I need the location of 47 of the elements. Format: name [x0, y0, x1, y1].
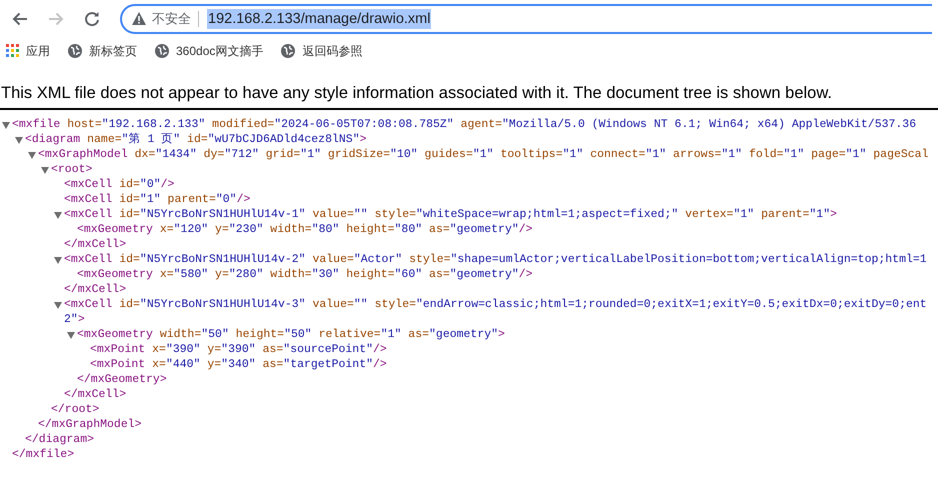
xml-line: </mxfile> — [12, 446, 74, 462]
xml-line: 2"> — [64, 312, 85, 327]
xml-line: <mxPoint x="440" y="340" as="targetPoint"/> — [90, 356, 387, 372]
xml-line: <mxPoint x="390" y="390" as="sourcePoint"/> — [90, 342, 387, 357]
xml-line: <mxGeometry x="120" y="230" width="80" height="80" as="geometry"/> — [77, 222, 533, 237]
fold-toggle-icon[interactable] — [54, 212, 62, 219]
xml-line: </mxGeometry> — [77, 372, 167, 387]
globe-icon — [155, 44, 169, 58]
xml-line: <mxCell id="0"/> — [64, 176, 174, 192]
fold-toggle-icon[interactable] — [28, 152, 36, 159]
forward-arrow-icon — [48, 10, 64, 26]
warning-icon — [132, 12, 146, 25]
xml-line: </diagram> — [25, 432, 94, 447]
fold-toggle-icon[interactable] — [54, 302, 62, 309]
address-bar[interactable]: 不安全 192.168.2.133/manage/drawio.xml — [120, 4, 932, 34]
bookmark-link[interactable]: 新标签页 — [68, 42, 137, 60]
xml-line: </mxCell> — [64, 386, 126, 402]
bookmark-link[interactable]: 应用 — [6, 42, 50, 60]
url-text: 192.168.2.133/manage/drawio.xml — [207, 8, 432, 28]
fold-toggle-icon[interactable] — [41, 166, 49, 174]
fold-toggle-icon[interactable] — [15, 136, 23, 144]
xml-line: </root> — [51, 402, 100, 417]
xml-line: <mxCell id="1" parent="0"/> — [64, 192, 250, 207]
xml-line: <mxCell id="N5YrcBoNrSN1HUHlU14v-1" value="" style="whiteSpace=wrap;html=1;aspect=fixed;" vertex="1" parent="1"> — [64, 206, 838, 222]
info-message: This XML file does not appear to have any style information associated with it. The document tree is shown below. — [0, 66, 938, 110]
xml-line: <mxGeometry x="580" y="280" width="30" height="60" as="geometry"/> — [77, 266, 533, 282]
reload-icon — [84, 10, 100, 26]
bookmark-link[interactable]: 返回码参照 — [281, 42, 362, 60]
globe-icon — [68, 44, 82, 58]
fold-toggle-icon[interactable] — [2, 122, 10, 129]
fold-toggle-icon[interactable] — [54, 256, 62, 264]
fold-toggle-icon[interactable] — [67, 332, 75, 339]
xml-line: <mxGraphModel dx="1434" dy="712" grid="1" gridSize="10" guides="1" tooltips="1" connect="1" arrows="1" fold="1" page="1" pageScal — [38, 146, 928, 162]
xml-line: </mxGraphModel> — [38, 416, 142, 432]
xml-line: </mxCell> — [64, 282, 126, 297]
xml-line: <root> — [51, 162, 92, 177]
back-arrow-icon — [12, 10, 28, 26]
xml-line: <mxCell id="N5YrcBoNrSN1HUHlU14v-2" value="Actor" style="shape=umlActor;verticalLabelPosition=bottom;verticalAlign=top;html=1 — [64, 252, 927, 267]
security-label: 不安全 — [146, 10, 199, 26]
xml-line: <diagram name="第 1 页" id="wU7bCJD6ADld4cez8lNS"> — [25, 132, 366, 147]
bookmark-link[interactable]: 360doc网文摘手 — [155, 42, 264, 60]
globe-icon — [281, 44, 296, 58]
apps-grid-icon — [6, 44, 19, 57]
xml-line: <mxGeometry width="50" height="50" relative="1" as="geometry"> — [77, 326, 505, 342]
xml-line: <mxCell id="N5YrcBoNrSN1HUHlU14v-3" value="" style="endArrow=classic;html=1;rounded=0;exitX=1;exitY=0.5;exitDx=0;exitDy=0;ent — [64, 296, 927, 312]
xml-line: <mxfile host="192.168.2.133" modified="2024-06-05T07:08:08.785Z" agent="Mozilla/5.0 (Windows NT 6.1; Win64; x64) AppleWebKit/537.36 — [12, 116, 916, 132]
xml-line: </mxCell> — [64, 236, 126, 252]
